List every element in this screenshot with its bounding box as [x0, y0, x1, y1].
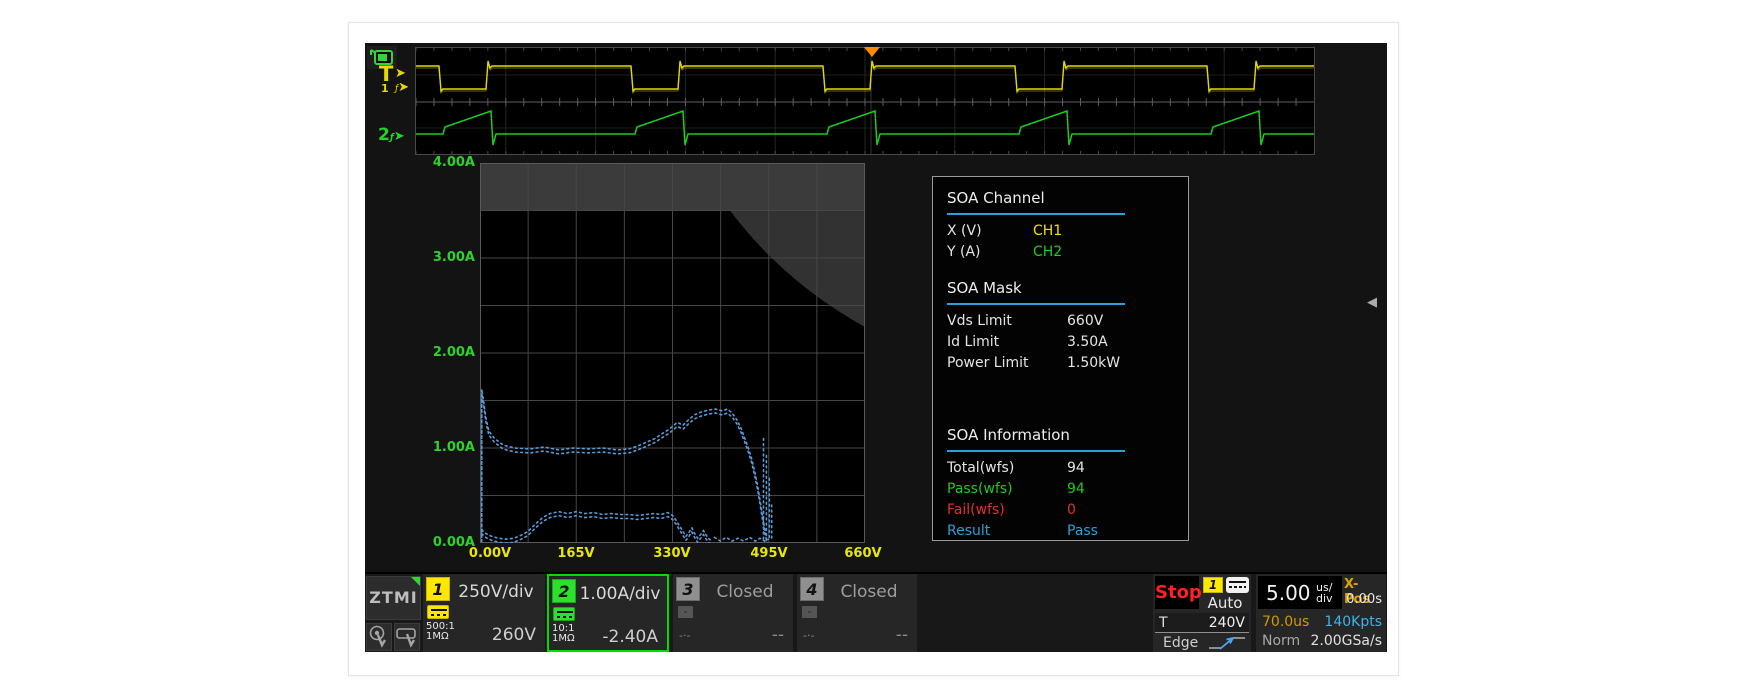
horizontal-position-cell: X-Pos 0.00s [1344, 576, 1384, 609]
channel-2-badge[interactable]: 2 [552, 579, 576, 603]
fail-wfs-row: Fail(wfs) 0 [947, 502, 1176, 523]
x-axis-label-660v: 660V [828, 546, 898, 561]
channel-4-block[interactable]: 4 - -·- Closed -- [797, 574, 917, 652]
trigger-level-row: T 240V [1155, 613, 1249, 633]
sample-rate: 2.00GSa/s [1311, 633, 1383, 649]
touch-select-button[interactable] [366, 623, 392, 651]
soa-y-channel-row: Y (A) CH2 [947, 244, 1176, 265]
soa-xy-plot[interactable] [480, 163, 865, 543]
brand-logo: ZTMI [367, 588, 420, 607]
x-axis-label-330v: 330V [637, 546, 707, 561]
page: T 1 ➤ ƒ➤ 2ƒ➤ 4.00A 3.00A 2.00A 1.00A 0.0… [0, 0, 1760, 700]
channel-2-scale: 1.00A/div [577, 584, 663, 604]
channel-1-scale: 250V/div [451, 582, 541, 602]
timebase-unit: us/div [1316, 582, 1333, 604]
trigger-type: Edge [1163, 635, 1198, 651]
channel-4-badge[interactable]: 4 [800, 577, 824, 601]
trigger-t-label: T [1159, 615, 1168, 631]
channel-3-scale: Closed [701, 582, 789, 602]
channel-3-block[interactable]: 3 - -·- Closed -- [673, 574, 793, 652]
id-limit-row: Id Limit 3.50A [947, 334, 1176, 355]
channel-3-attenuation: -·- [679, 629, 690, 642]
timebase-window-row: 70.0us 140Kpts [1260, 614, 1382, 632]
timebase-status-block[interactable]: 5.00 us/div X-Pos 0.00s 70.0us 140Kpts N… [1256, 574, 1386, 652]
acquire-mode: Norm [1262, 633, 1300, 649]
trigger-mode: Auto [1201, 594, 1249, 612]
bottom-status-bar: ZTMI 1 500:11M [365, 572, 1387, 652]
x-axis-label-0v: 0.00V [455, 546, 525, 561]
timebase-acquire-row: Norm 2.00GSa/s [1260, 633, 1382, 651]
y-axis-label-1a: 1.00A [401, 440, 475, 455]
trigger-level-value: 240V [1209, 615, 1245, 631]
tap-rectangle-icon [395, 624, 419, 650]
soa-info-panel: SOA Channel X (V) CH1 Y (A) CH2 SOA Mask… [932, 176, 1189, 541]
channel-1-value: 260V [492, 625, 536, 645]
channel-4-coupling-off-icon: - [802, 606, 817, 618]
pass-wfs-row: Pass(wfs) 94 [947, 481, 1176, 502]
ch2-marker[interactable]: 2ƒ➤ [378, 127, 405, 144]
ch1-position-arrow-icon[interactable]: ➤ [395, 67, 406, 80]
trigger-source-badge[interactable]: 1 [1203, 577, 1223, 593]
channel-2-attenuation: 10:11MΩ [552, 624, 575, 644]
soa-channel-title: SOA Channel [947, 189, 1176, 208]
divider [947, 450, 1125, 452]
channel-3-coupling-off-icon: - [678, 606, 693, 618]
trigger-position-marker[interactable] [864, 47, 880, 57]
soa-information-title: SOA Information [947, 426, 1176, 445]
channel-1-attenuation: 500:11MΩ [426, 622, 455, 642]
ch1-marker-number: 1 [381, 83, 389, 94]
channel-2-value: -2.40A [602, 627, 658, 647]
y-axis-label-2a: 2.00A [401, 345, 475, 360]
acquisition-state[interactable]: Stop [1155, 576, 1199, 609]
x-axis-label-495v: 495V [734, 546, 804, 561]
timebase-scale-chip[interactable]: 5.00 us/div [1258, 576, 1342, 609]
divider [947, 303, 1125, 305]
trigger-coupling-icon [1226, 577, 1249, 593]
screenshot-card: T 1 ➤ ƒ➤ 2ƒ➤ 4.00A 3.00A 2.00A 1.00A 0.0… [348, 22, 1399, 676]
total-wfs-row: Total(wfs) 94 [947, 460, 1176, 481]
channel-4-value: -- [896, 625, 908, 645]
channel-1-block[interactable]: 1 500:11MΩ 250V/div 260V [423, 574, 545, 652]
capture-window: 70.0us [1262, 614, 1309, 630]
menu-collapse-arrow-icon[interactable]: ◀ [1367, 295, 1377, 310]
channel-1-badge[interactable]: 1 [426, 577, 450, 601]
channel-2-block[interactable]: 2 10:11MΩ 1.00A/div -2.40A [547, 574, 669, 652]
x-axis-label-165v: 165V [541, 546, 611, 561]
soa-y-channel-value: CH2 [1033, 244, 1062, 260]
soa-plot-canvas [480, 163, 865, 543]
channel-3-badge[interactable]: 3 [676, 577, 700, 601]
channel-4-scale: Closed [825, 582, 913, 602]
touch-drag-button[interactable] [394, 623, 420, 651]
oscilloscope-screen: T 1 ➤ ƒ➤ 2ƒ➤ 4.00A 3.00A 2.00A 1.00A 0.0… [365, 43, 1387, 652]
xpos-value: 0.00s [1346, 592, 1382, 607]
vds-limit-row: Vds Limit 660V [947, 313, 1176, 334]
waveform-traces [416, 48, 1314, 154]
logo-corner-flag [411, 577, 420, 586]
y-axis-label-4a: 4.00A [401, 155, 475, 170]
y-axis-label-3a: 3.00A [401, 250, 475, 265]
timebase-scale: 5.00 [1266, 581, 1311, 605]
result-row: Result Pass [947, 523, 1176, 544]
soa-x-channel-row: X (V) CH1 [947, 223, 1176, 244]
channel-1-coupling-icon [427, 605, 449, 619]
divider [947, 213, 1125, 215]
waveform-display[interactable] [415, 47, 1315, 155]
trigger-status-block[interactable]: Stop 1 Auto T 240V Edge [1153, 574, 1251, 652]
power-limit-row: Power Limit 1.50kW [947, 355, 1176, 376]
trigger-type-row: Edge [1155, 634, 1249, 652]
trigger-level-arrow-icon[interactable]: ƒ➤ [395, 81, 409, 94]
channel-4-attenuation: -·- [803, 629, 814, 642]
channel-3-value: -- [772, 625, 784, 645]
record-length: 140Kpts [1324, 614, 1382, 630]
ch2-position-arrow-icon: ➤ [394, 129, 405, 144]
channel-2-coupling-icon [553, 607, 575, 621]
rising-edge-icon [1207, 635, 1247, 651]
touch-gesture-icon [367, 624, 391, 650]
soa-mask-title: SOA Mask [947, 279, 1176, 298]
soa-x-channel-value: CH1 [1033, 223, 1062, 239]
brand-logo-button[interactable]: ZTMI [366, 576, 421, 620]
